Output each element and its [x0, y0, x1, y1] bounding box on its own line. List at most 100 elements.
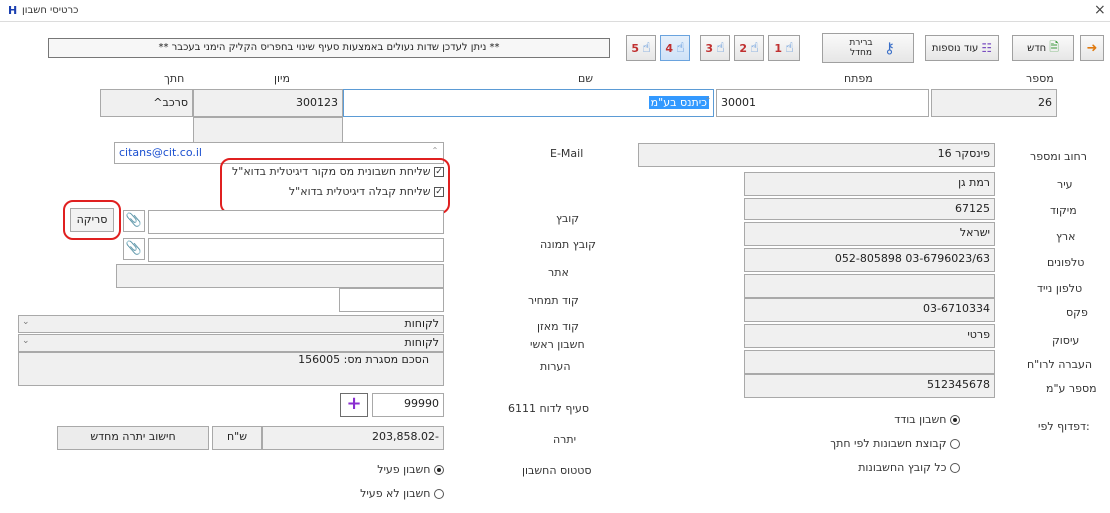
hand-icon: ☝: [750, 40, 759, 56]
notice-text: ** ניתן לעדכן שדות נעולים באמצעות סעיף ש…: [158, 42, 500, 53]
currency-value: ש"ח: [226, 430, 248, 443]
hand-icon: ☝: [676, 40, 685, 56]
fax-field[interactable]: 03-6710334: [744, 298, 995, 322]
more-button[interactable]: עוד נוספות ☷: [925, 35, 999, 61]
exit-button[interactable]: ➜: [1080, 35, 1104, 61]
number-button-5[interactable]: 5 ☝: [626, 35, 656, 61]
sort-label: מיון: [274, 72, 290, 85]
sort-field[interactable]: 300123: [193, 89, 343, 117]
status-inactive-option[interactable]: חשבון לא פעיל: [300, 487, 444, 500]
notice-box: ** ניתן לעדכן שדות נעולים באמצעות סעיף ש…: [48, 38, 610, 58]
image-label: קובץ תמונה: [540, 238, 596, 251]
new-doc-icon: 🗎: [1049, 39, 1059, 54]
more-label: עוד נוספות: [931, 42, 979, 54]
chevron-down-icon[interactable]: ⌄: [22, 317, 30, 327]
highlight-checkboxes: [220, 158, 450, 214]
site-label: אתר: [548, 266, 569, 279]
hand-icon: ☝: [642, 40, 651, 56]
key-label: מפתח: [844, 72, 873, 85]
vat-label: מספר ע"מ: [1046, 382, 1097, 395]
paperclip-icon[interactable]: 📎: [123, 238, 145, 260]
key-icon: ⚷: [884, 39, 895, 57]
new-label: חדש: [1027, 42, 1047, 54]
radio-group-radio[interactable]: [950, 439, 960, 449]
street-field[interactable]: פינסקר 16: [638, 143, 995, 167]
number-button-4[interactable]: 4 ☝: [660, 35, 690, 61]
close-icon[interactable]: ×: [1094, 2, 1106, 18]
exit-icon: ➜: [1086, 40, 1098, 56]
name-value: כיתנס בע"מ: [648, 96, 709, 109]
number-field[interactable]: 26: [931, 89, 1057, 117]
email-spin-icon[interactable]: ⌃: [430, 146, 440, 156]
country-label: ארץ: [1056, 230, 1076, 243]
section-field[interactable]: 99990: [372, 393, 444, 417]
radio-single-option[interactable]: חשבון בודד: [760, 413, 960, 426]
city-field[interactable]: רמת גן: [744, 172, 995, 196]
email-label: E-Mail: [550, 147, 584, 160]
notes-label: הערות: [540, 360, 571, 373]
number-button-2[interactable]: 2 ☝: [734, 35, 764, 61]
radio-single-radio[interactable]: [950, 415, 960, 425]
default-label: ברירת מחדל: [849, 38, 873, 58]
number-1-label: 1: [774, 41, 783, 55]
branch-field[interactable]: סרכב^: [100, 89, 193, 117]
chevron-down-icon[interactable]: ⌄: [22, 336, 30, 346]
notes-area[interactable]: הסכם מסגרת מס: 156005: [18, 352, 444, 386]
city-label: עיר: [1057, 178, 1073, 191]
country-field[interactable]: ישראל: [744, 222, 995, 246]
notes-value: הסכם מסגרת מס: 156005: [298, 353, 429, 366]
paperclip-icon[interactable]: 📎: [123, 210, 145, 232]
price-field[interactable]: [339, 288, 444, 312]
index-select[interactable]: לקוחות: [18, 315, 444, 333]
mobile-label: טלפון נייד: [1037, 282, 1083, 295]
name-label: שם: [578, 72, 594, 85]
status-active-option[interactable]: חשבון פעיל: [300, 463, 444, 476]
radio-all-radio[interactable]: [950, 463, 960, 473]
window-title: כרטיסי חשבון: [22, 5, 79, 16]
name-field[interactable]: כיתנס בע"מ: [343, 89, 714, 117]
vat-field[interactable]: 512345678: [744, 374, 995, 398]
number-2-label: 2: [739, 41, 748, 55]
index-label: קוד מאזן: [537, 320, 579, 333]
site-field[interactable]: [116, 264, 444, 288]
number-button-1[interactable]: 1 ☝: [768, 35, 800, 61]
sort-extra-field[interactable]: [193, 117, 343, 143]
app-icon: H: [8, 4, 18, 17]
main-select[interactable]: לקוחות: [18, 334, 444, 352]
branch-label: חתך: [164, 72, 185, 85]
phones-label: טלפונים: [1047, 256, 1085, 269]
status-inactive-radio[interactable]: [434, 489, 444, 499]
highlight-scan: [63, 200, 121, 240]
main-label: חשבון ראשי: [530, 338, 585, 351]
name-spin-icon[interactable]: ⌃: [703, 96, 713, 106]
main-value: לקוחות: [404, 336, 439, 349]
radio-group-option[interactable]: קבוצת חשבונות לפי חתך: [760, 437, 960, 450]
radio-all-option[interactable]: כל קובץ החשבונות: [760, 461, 960, 474]
plus-icon: +: [346, 393, 362, 414]
number-button-3[interactable]: 3 ☝: [700, 35, 730, 61]
add-button[interactable]: +: [340, 393, 368, 417]
key-field[interactable]: 30001: [716, 89, 929, 117]
paging-label: דפדוף לפי:: [1038, 420, 1090, 433]
transfer-field[interactable]: [744, 350, 995, 374]
phones-field[interactable]: 03-6796023/63 052-805898: [744, 248, 995, 272]
number-5-label: 5: [631, 41, 640, 55]
new-button[interactable]: חדש 🗎: [1012, 35, 1074, 61]
section-label: סעיף לדוח 6111: [508, 402, 589, 415]
status-active-label: חשבון פעיל: [377, 463, 431, 476]
status-label: סטטוס החשבון: [522, 464, 592, 477]
index-value: לקוחות: [404, 317, 439, 330]
default-button[interactable]: ברירת מחדל ⚷: [822, 33, 914, 63]
business-field[interactable]: פרטי: [744, 324, 995, 348]
business-label: עיסוק: [1052, 334, 1080, 347]
zip-field[interactable]: 67125: [744, 198, 995, 220]
price-label: קוד תמחיר: [528, 294, 579, 307]
file-field[interactable]: [148, 210, 444, 234]
status-active-radio[interactable]: [434, 465, 444, 475]
currency-field: ש"ח: [212, 426, 262, 450]
street-label: רחוב ומספר: [1030, 150, 1087, 163]
checklist-icon: ☷: [981, 41, 993, 55]
mobile-field[interactable]: [744, 274, 995, 298]
recalc-button[interactable]: חישוב יתרה מחדש: [57, 426, 209, 450]
image-field[interactable]: [148, 238, 444, 262]
